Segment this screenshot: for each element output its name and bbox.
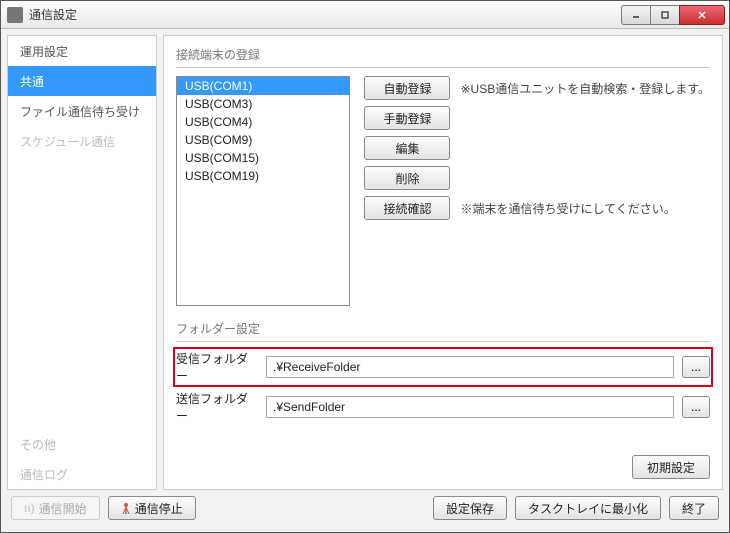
- antenna-icon: ıı): [24, 501, 35, 515]
- close-button[interactable]: [679, 5, 725, 25]
- stop-comm-button[interactable]: 通信停止: [108, 496, 196, 520]
- send-folder-input[interactable]: .¥SendFolder: [266, 396, 674, 418]
- list-item[interactable]: USB(COM9): [177, 131, 349, 149]
- input-value: .¥SendFolder: [273, 400, 345, 414]
- content: 接続端末の登録 USB(COM1) USB(COM3) USB(COM4) US…: [163, 35, 723, 490]
- button-label: 通信停止: [135, 500, 183, 517]
- list-item[interactable]: USB(COM3): [177, 95, 349, 113]
- receive-folder-row: 受信フォルダー .¥ReceiveFolder ...: [176, 350, 710, 384]
- list-item[interactable]: USB(COM1): [177, 77, 349, 95]
- folder-group-title: フォルダー設定: [176, 320, 710, 337]
- sidebar-item-schedule: スケジュール通信: [8, 126, 156, 156]
- sidebar-item-label: 運用設定: [20, 43, 68, 60]
- button-label: 初期設定: [647, 459, 695, 476]
- receive-browse-button[interactable]: ...: [682, 356, 710, 378]
- list-item[interactable]: USB(COM19): [177, 167, 349, 185]
- sidebar: 運用設定 共通 ファイル通信待ち受け スケジュール通信 その他 通信ログ: [7, 35, 157, 490]
- sidebar-item-label: 共通: [20, 73, 44, 90]
- app-icon: [7, 7, 23, 23]
- terminal-row: USB(COM1) USB(COM3) USB(COM4) USB(COM9) …: [176, 76, 710, 306]
- terminal-buttons: 自動登録 ※USB通信ユニットを自動検索・登録します。 手動登録 編集 削除: [364, 76, 710, 306]
- footer: ıı) 通信開始 通信停止 設定保存 タスクトレイに最小化 終了: [7, 490, 723, 526]
- terminal-listbox[interactable]: USB(COM1) USB(COM3) USB(COM4) USB(COM9) …: [176, 76, 350, 306]
- button-label: 削除: [395, 170, 419, 187]
- button-label: ...: [691, 400, 701, 414]
- sidebar-bottom: その他 通信ログ: [8, 429, 156, 489]
- divider: [176, 341, 710, 342]
- list-item[interactable]: USB(COM15): [177, 149, 349, 167]
- input-value: .¥ReceiveFolder: [273, 360, 360, 374]
- button-label: ...: [691, 360, 701, 374]
- send-folder-row: 送信フォルダー .¥SendFolder ...: [176, 390, 710, 424]
- terminal-group-title: 接続端末の登録: [176, 46, 710, 63]
- sidebar-item-label: ファイル通信待ち受け: [20, 103, 140, 120]
- window-title: 通信設定: [29, 6, 622, 23]
- send-folder-label: 送信フォルダー: [176, 390, 258, 424]
- maximize-button[interactable]: [650, 5, 680, 25]
- content-footer: 初期設定: [176, 455, 710, 479]
- auto-register-button[interactable]: 自動登録: [364, 76, 450, 100]
- main-area: 運用設定 共通 ファイル通信待ち受け スケジュール通信 その他 通信ログ 接続端…: [7, 35, 723, 490]
- sidebar-top: 運用設定 共通 ファイル通信待ち受け スケジュール通信: [8, 36, 156, 429]
- sidebar-item-common[interactable]: 共通: [8, 66, 156, 96]
- delete-button[interactable]: 削除: [364, 166, 450, 190]
- exit-button[interactable]: 終了: [669, 496, 719, 520]
- window: 通信設定 運用設定 共通 ファイル通信待ち受け スケジュール通信 その他 通信ロ…: [0, 0, 730, 533]
- button-label: 通信開始: [39, 500, 87, 517]
- client-area: 運用設定 共通 ファイル通信待ち受け スケジュール通信 その他 通信ログ 接続端…: [1, 29, 729, 532]
- reset-button[interactable]: 初期設定: [632, 455, 710, 479]
- auto-register-note: ※USB通信ユニットを自動検索・登録します。: [460, 80, 710, 97]
- sidebar-item-commlog: 通信ログ: [8, 459, 156, 489]
- button-label: 接続確認: [383, 200, 431, 217]
- start-comm-button: ıı) 通信開始: [11, 496, 100, 520]
- folder-group: フォルダー設定 受信フォルダー .¥ReceiveFolder ... 送信フォ…: [176, 320, 710, 430]
- check-conn-button[interactable]: 接続確認: [364, 196, 450, 220]
- save-settings-button[interactable]: 設定保存: [433, 496, 507, 520]
- button-label: 終了: [682, 500, 706, 517]
- divider: [176, 67, 710, 68]
- button-label: 設定保存: [446, 500, 494, 517]
- button-label: 自動登録: [383, 80, 431, 97]
- button-label: 手動登録: [383, 110, 431, 127]
- edit-button[interactable]: 編集: [364, 136, 450, 160]
- antenna-icon: [121, 502, 131, 514]
- terminal-group: 接続端末の登録 USB(COM1) USB(COM3) USB(COM4) US…: [176, 46, 710, 306]
- sidebar-item-label: スケジュール通信: [20, 133, 115, 150]
- minimize-tray-button[interactable]: タスクトレイに最小化: [515, 496, 661, 520]
- list-item[interactable]: USB(COM4): [177, 113, 349, 131]
- sidebar-item-label: その他: [20, 436, 56, 453]
- receive-folder-label: 受信フォルダー: [176, 350, 258, 384]
- manual-register-button[interactable]: 手動登録: [364, 106, 450, 130]
- sidebar-item-other: その他: [8, 429, 156, 459]
- receive-folder-input[interactable]: .¥ReceiveFolder: [266, 356, 674, 378]
- sidebar-item-filecomm[interactable]: ファイル通信待ち受け: [8, 96, 156, 126]
- titlebar: 通信設定: [1, 1, 729, 29]
- sysbuttons: [622, 5, 725, 25]
- sidebar-item-operation[interactable]: 運用設定: [8, 36, 156, 66]
- check-conn-note: ※端末を通信待ち受けにしてください。: [460, 200, 675, 217]
- minimize-button[interactable]: [621, 5, 651, 25]
- sidebar-item-label: 通信ログ: [20, 466, 68, 483]
- button-label: タスクトレイに最小化: [528, 500, 648, 517]
- button-label: 編集: [395, 140, 419, 157]
- send-browse-button[interactable]: ...: [682, 396, 710, 418]
